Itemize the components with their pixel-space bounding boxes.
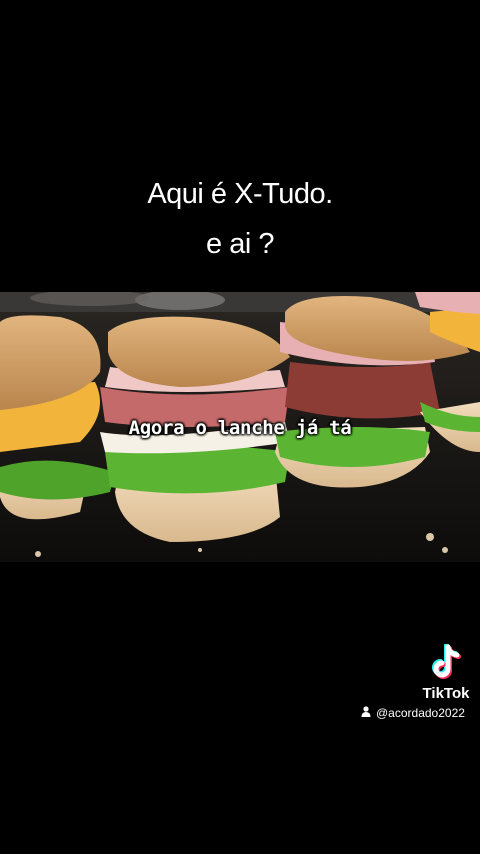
video-subtitle: Agora o lanche já tá xyxy=(128,417,352,439)
caption-line-2: e ai ? xyxy=(206,228,274,260)
creator-handle: @acordado2022 xyxy=(361,704,465,722)
person-icon xyxy=(361,706,371,720)
tiktok-note-icon xyxy=(432,644,461,679)
tiktok-watermark: TikTok xyxy=(421,644,471,710)
tiktok-brand-name: TikTok xyxy=(422,685,470,702)
caption-line-1: Aqui é X-Tudo. xyxy=(147,178,333,210)
handle-text: @acordado2022 xyxy=(376,706,465,720)
